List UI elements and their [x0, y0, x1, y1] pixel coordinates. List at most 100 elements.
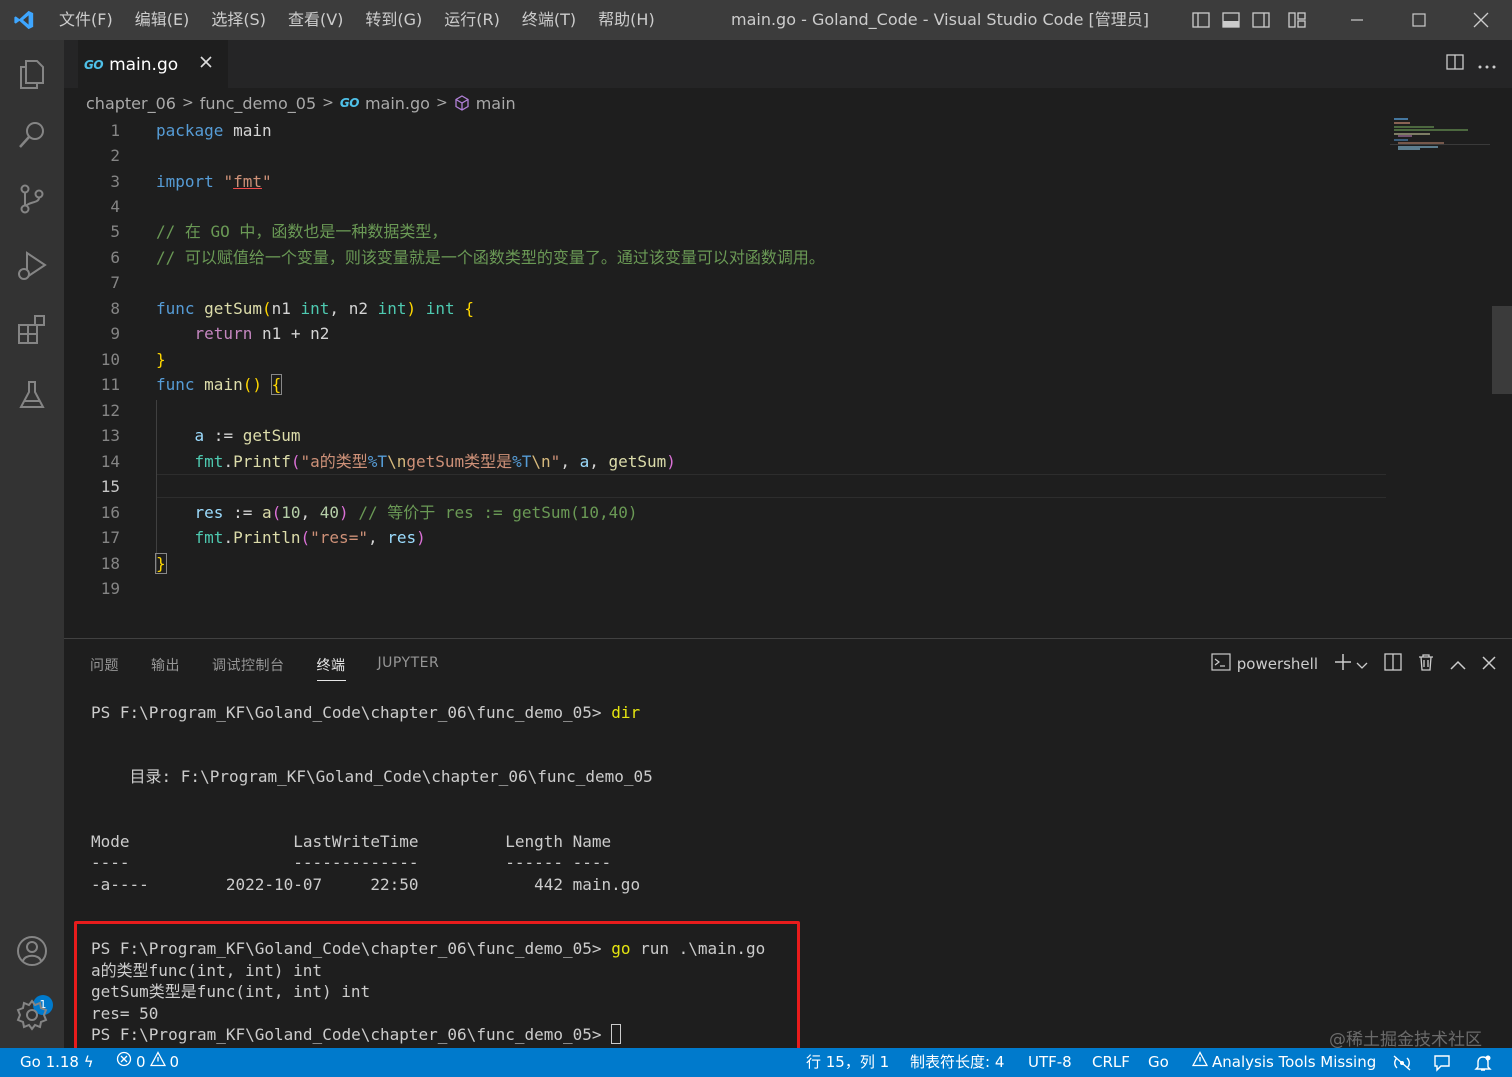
- breadcrumb-item[interactable]: chapter_06: [86, 94, 176, 113]
- split-editor-icon[interactable]: [1446, 54, 1464, 74]
- menu-terminal[interactable]: 终端(T): [511, 0, 587, 40]
- line-number: 10: [100, 350, 120, 369]
- code-text: func main() {: [156, 374, 283, 395]
- testing-icon[interactable]: [0, 364, 64, 426]
- trash-icon[interactable]: [1418, 653, 1434, 675]
- terminal-icon: [1211, 653, 1231, 675]
- run-debug-icon[interactable]: [0, 234, 64, 296]
- source-control-icon[interactable]: [0, 168, 64, 230]
- code-text: res := a(10, 40) // 等价于 res := getSum(10…: [194, 503, 638, 522]
- breadcrumb-item[interactable]: func_demo_05: [200, 94, 316, 113]
- menu-help[interactable]: 帮助(H): [587, 0, 666, 40]
- line-number: 12: [100, 401, 120, 420]
- code-line: 2: [64, 143, 1384, 168]
- code-text: }: [155, 553, 167, 574]
- line-number: 6: [110, 248, 120, 267]
- split-terminal-icon[interactable]: [1384, 653, 1402, 675]
- language-mode-status[interactable]: Go: [1148, 1048, 1169, 1077]
- toggle-secondary-sidebar-icon[interactable]: [1246, 0, 1276, 40]
- broadcast-off-icon[interactable]: [1392, 1048, 1412, 1077]
- search-icon[interactable]: [0, 104, 64, 166]
- tab-terminal[interactable]: 终端: [316, 655, 346, 681]
- extensions-icon[interactable]: [0, 298, 64, 360]
- minimap[interactable]: [1390, 116, 1500, 156]
- warning-icon: [149, 1048, 166, 1077]
- code-line: 8 func getSum(n1 int, n2 int) int {: [64, 296, 1384, 321]
- code-comment: // 可以赋值给一个变量，则该变量就是一个函数类型的变量了。通过该变量可以对函数…: [156, 248, 825, 267]
- close-panel-icon[interactable]: [1482, 655, 1496, 674]
- explorer-icon[interactable]: [0, 42, 64, 104]
- terminal-columns-header: Mode LastWriteTime Length Name: [91, 832, 612, 851]
- menu-go[interactable]: 转到(G): [354, 0, 433, 40]
- code-editor[interactable]: 1 package main 2 3 import "fmt" 4 5 // 在 GO…: [64, 116, 1512, 638]
- code-line: 5 // 在 GO 中，函数也是一种数据类型，: [64, 219, 1384, 244]
- terminal-line: PS F:\Program_KF\Goland_Code\chapter_06\…: [91, 702, 640, 723]
- tab-close-icon[interactable]: [196, 52, 216, 72]
- code-line: 4: [64, 194, 1384, 219]
- line-number: 8: [110, 299, 120, 318]
- code-line: 7: [64, 270, 1384, 295]
- line-number: 9: [110, 324, 120, 343]
- minimize-button[interactable]: [1326, 0, 1388, 40]
- tab-label: main.go: [109, 54, 179, 75]
- tab-size-status[interactable]: 制表符长度: 4: [910, 1048, 1004, 1077]
- breadcrumb: chapter_06 > func_demo_05 > GO main.go >…: [86, 92, 516, 114]
- toggle-panel-icon[interactable]: [1216, 0, 1246, 40]
- terminal-shell-selector[interactable]: powershell: [1211, 653, 1318, 675]
- code-line: 9 return n1 + n2: [64, 321, 1384, 346]
- code-text: fmt.Println("res=", res): [194, 528, 426, 547]
- menu-edit[interactable]: 编辑(E): [124, 0, 201, 40]
- feedback-icon[interactable]: [1432, 1048, 1452, 1077]
- terminal-file-row: -a---- 2022-10-07 22:50 442 main.go: [91, 875, 641, 894]
- code-line: 10}: [64, 347, 1384, 372]
- chevron-right-icon: >: [322, 95, 334, 111]
- go-file-icon: GO: [84, 57, 104, 72]
- customize-layout-icon[interactable]: [1282, 0, 1312, 40]
- line-number: 4: [110, 197, 120, 216]
- maximize-button[interactable]: [1388, 0, 1450, 40]
- analysis-tools-status[interactable]: Analysis Tools Missing: [1191, 1048, 1376, 1077]
- menu-run[interactable]: 运行(R): [433, 0, 511, 40]
- watermark: @稀土掘金技术社区: [1329, 1030, 1482, 1050]
- new-terminal-button[interactable]: [1334, 653, 1368, 675]
- settings-gear-icon[interactable]: [0, 984, 64, 1046]
- breadcrumb-item[interactable]: main: [476, 94, 516, 113]
- chevron-right-icon: >: [435, 95, 448, 111]
- more-actions-icon[interactable]: [1478, 55, 1496, 74]
- tab-output[interactable]: 输出: [151, 655, 180, 681]
- code-line: 1 package main: [64, 118, 1384, 143]
- notifications-bell-icon[interactable]: [1474, 1048, 1492, 1077]
- tab-debug-console[interactable]: 调试控制台: [212, 655, 285, 681]
- code-line: 19: [64, 576, 1384, 601]
- eol-status[interactable]: CRLF: [1092, 1048, 1130, 1077]
- editor-scrollbar[interactable]: [1492, 306, 1512, 394]
- maximize-panel-chevron-up-icon[interactable]: [1450, 655, 1466, 674]
- menu-bar: 文件(F) 编辑(E) 选择(S) 查看(V) 转到(G) 运行(R) 终端(T…: [48, 0, 666, 40]
- go-file-icon: GO: [339, 96, 360, 110]
- menu-view[interactable]: 查看(V): [277, 0, 354, 40]
- cursor-position-status[interactable]: 行 15，列 1: [806, 1048, 889, 1077]
- code-text: package main: [156, 121, 272, 140]
- code-line: 18}: [64, 551, 1384, 576]
- warning-icon: [1191, 1048, 1209, 1077]
- close-window-button[interactable]: [1450, 0, 1512, 40]
- breadcrumb-item[interactable]: main.go: [365, 94, 430, 113]
- plus-icon: [1334, 653, 1352, 675]
- menu-selection[interactable]: 选择(S): [200, 0, 277, 40]
- line-number: 3: [110, 172, 120, 191]
- problems-status[interactable]: 0 0: [116, 1048, 179, 1077]
- go-version-status[interactable]: Go 1.18 ϟ: [20, 1048, 94, 1077]
- code-line: 16 res := a(10, 40) // 等价于 res := getSum…: [64, 500, 1384, 525]
- code-line: 14 fmt.Printf("a的类型%T\ngetSum类型是%T\n", a…: [64, 449, 1384, 474]
- accounts-icon[interactable]: [0, 920, 64, 982]
- line-number: 11: [100, 375, 120, 394]
- menu-file[interactable]: 文件(F): [48, 0, 124, 40]
- encoding-status[interactable]: UTF-8: [1028, 1048, 1072, 1077]
- editor-tab-bar: [64, 40, 1512, 88]
- tab-problems[interactable]: 问题: [90, 655, 119, 681]
- code-text: }: [156, 350, 166, 369]
- chevron-down-icon[interactable]: [1356, 655, 1368, 674]
- toggle-primary-sidebar-icon[interactable]: [1186, 0, 1216, 40]
- tab-jupyter[interactable]: JUPYTER: [378, 655, 440, 681]
- terminal-dir-header: 目录: F:\Program_KF\Goland_Code\chapter_06…: [91, 767, 653, 786]
